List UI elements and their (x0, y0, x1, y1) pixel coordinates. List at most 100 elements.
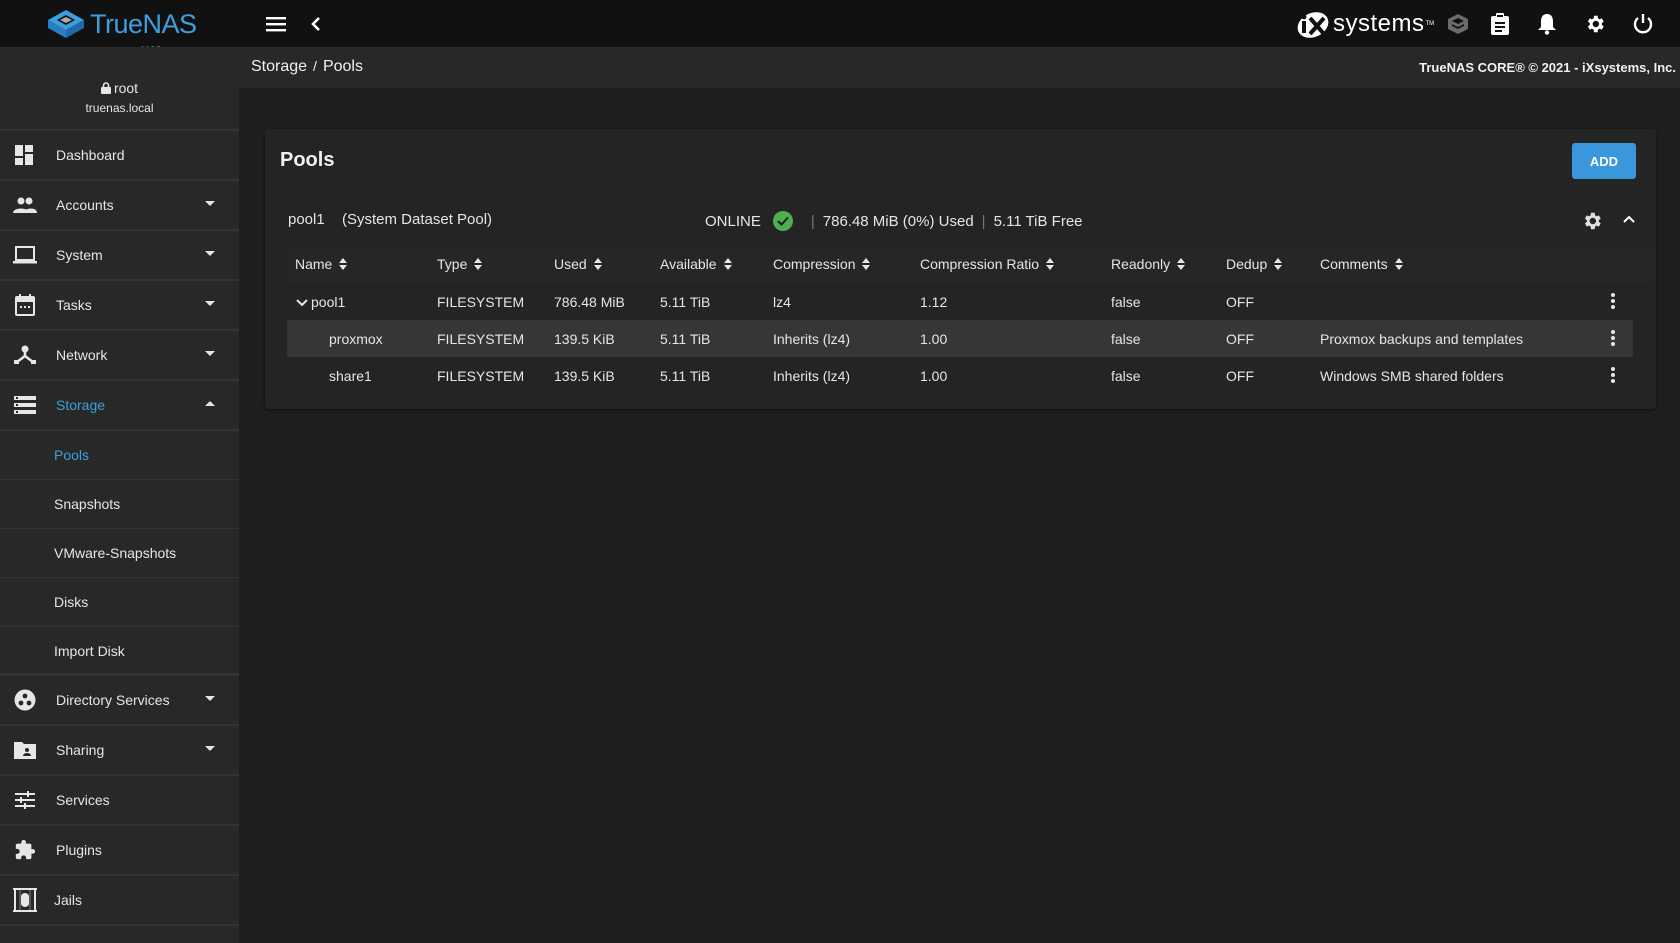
bell-icon[interactable] (1534, 11, 1560, 37)
row-more-vert-icon[interactable] (1603, 328, 1623, 348)
truenas-logo[interactable]: TrueNASCORE (48, 8, 197, 53)
top-bar: TrueNASCORE systemsTM (0, 0, 1680, 53)
sidebar-subitem-vmware-snapshots[interactable]: VMware-Snapshots (0, 529, 239, 578)
table-row[interactable]: pool1 FILESYSTEM 786.48 MiB 5.11 TiB lz4… (287, 283, 1633, 320)
row-more-vert-icon[interactable] (1603, 291, 1623, 311)
chevron-down-icon (205, 696, 215, 701)
cell-available: 5.11 TiB (660, 294, 711, 310)
lock-icon (100, 82, 111, 94)
table-header: Name Type Used Available Compression Com… (287, 246, 1655, 283)
column-header-used[interactable]: Used (554, 256, 603, 272)
sidebar-item-system[interactable]: System (0, 231, 239, 281)
column-header-type[interactable]: Type (437, 256, 483, 272)
cell-name: share1 (329, 368, 372, 384)
sidebar-item-network[interactable]: Network (0, 331, 239, 381)
user-name-row: root (0, 80, 239, 96)
network-icon (12, 343, 38, 367)
sidebar-item-label: Tasks (56, 297, 92, 313)
cell-compression-ratio: 1.00 (920, 368, 948, 384)
back-chevron-icon[interactable] (303, 11, 329, 37)
dashboard-icon (12, 143, 38, 167)
puzzle-icon (12, 838, 38, 862)
separator: | (810, 212, 815, 230)
cell-available: 5.11 TiB (660, 331, 711, 347)
chevron-down-icon (205, 251, 215, 256)
chevron-down-icon[interactable] (296, 294, 308, 310)
sidebar-item-tasks[interactable]: Tasks (0, 281, 239, 331)
sidebar-item-accounts[interactable]: Accounts (0, 181, 239, 231)
pool-settings-gear-icon[interactable] (1581, 210, 1603, 232)
cell-dedup: OFF (1226, 368, 1254, 384)
clipboard-icon[interactable] (1487, 11, 1513, 37)
check-circle-icon (772, 211, 793, 231)
power-icon[interactable] (1630, 11, 1656, 37)
sidebar-item-label: Directory Services (56, 692, 170, 708)
cell-type: FILESYSTEM (437, 294, 525, 310)
storage-icon (12, 393, 38, 417)
sidebar-item-label: System (56, 247, 103, 263)
row-more-vert-icon[interactable] (1603, 365, 1623, 385)
menu-icon[interactable] (263, 11, 289, 37)
ixsystems-mark-icon (1297, 12, 1329, 38)
truecommand-icon[interactable] (1445, 11, 1471, 37)
sidebar-item-label: Jails (54, 892, 83, 908)
table-row[interactable]: share1 FILESYSTEM 139.5 KiB 5.11 TiB Inh… (287, 357, 1633, 394)
hostname: truenas.local (85, 101, 154, 115)
cell-type: FILESYSTEM (437, 368, 525, 384)
sort-icon (1177, 257, 1186, 271)
datasets-table: Name Type Used Available Compression Com… (287, 246, 1655, 394)
cell-dedup: OFF (1226, 294, 1254, 310)
sidebar-item-jails[interactable]: Jails (0, 876, 239, 926)
column-header-available[interactable]: Available (660, 256, 733, 272)
column-header-comments[interactable]: Comments (1320, 256, 1404, 272)
cell-available: 5.11 TiB (660, 368, 711, 384)
user-info: root truenas.local (0, 47, 239, 131)
sidebar-subitem-disks[interactable]: Disks (0, 578, 239, 627)
pool-free: 5.11 TiB Free (993, 212, 1083, 230)
chevron-down-icon (205, 746, 215, 751)
sidebar-subitem-import-disk[interactable]: Import Disk (0, 627, 239, 676)
table-row[interactable]: proxmox FILESYSTEM 139.5 KiB 5.11 TiB In… (287, 320, 1633, 357)
cell-used: 139.5 KiB (554, 368, 615, 384)
pool-used: 786.48 MiB (0%) Used (822, 212, 974, 230)
cell-readonly: false (1111, 368, 1141, 384)
breadcrumb-pools: Pools (322, 58, 363, 75)
column-header-compression-ratio[interactable]: Compression Ratio (920, 256, 1055, 272)
tune-icon (12, 788, 38, 812)
column-header-compression[interactable]: Compression (773, 256, 871, 272)
pool-name: pool1 (288, 211, 325, 228)
sidebar-item-services[interactable]: Services (0, 776, 239, 826)
cell-used: 786.48 MiB (554, 294, 625, 310)
sort-icon (862, 257, 871, 271)
breadcrumb-storage[interactable]: Storage (251, 58, 307, 75)
sidebar-subitem-pools[interactable]: Pools (0, 431, 239, 480)
chevron-down-icon (205, 351, 215, 356)
sidebar-item-dashboard[interactable]: Dashboard (0, 131, 239, 181)
column-header-readonly[interactable]: Readonly (1111, 256, 1186, 272)
sidebar-item-directory-services[interactable]: Directory Services (0, 676, 239, 726)
chevron-up-icon[interactable] (1621, 212, 1639, 230)
pool-status-text: ONLINE (705, 212, 761, 230)
cell-used: 139.5 KiB (554, 331, 615, 347)
add-pool-button[interactable]: ADD (1572, 143, 1636, 179)
sidebar-subitem-snapshots[interactable]: Snapshots (0, 480, 239, 529)
column-header-dedup[interactable]: Dedup (1226, 256, 1283, 272)
chevron-up-icon (205, 401, 215, 406)
pool-header: pool1 (System Dataset Pool) ONLINE | 786… (265, 197, 1656, 246)
sort-icon (339, 257, 348, 271)
sidebar-item-storage[interactable]: Storage (0, 381, 239, 431)
ixsystems-text: systems (1333, 10, 1425, 37)
directory-services-icon (12, 688, 38, 712)
sidebar-subitem-label: Snapshots (54, 496, 121, 512)
column-header-name[interactable]: Name (295, 256, 348, 272)
ixsystems-logo[interactable]: systems TM (1296, 10, 1434, 38)
gear-icon[interactable] (1582, 11, 1608, 37)
cell-readonly: false (1111, 331, 1141, 347)
pools-card: Pools ADD pool1 (System Dataset Pool) ON… (265, 129, 1656, 409)
sidebar-item-label: Services (56, 792, 110, 808)
cell-compression: lz4 (773, 294, 791, 310)
sidebar-item-label: Accounts (56, 197, 114, 213)
sidebar-item-label: Storage (56, 397, 106, 413)
sidebar-item-sharing[interactable]: Sharing (0, 726, 239, 776)
sidebar-item-plugins[interactable]: Plugins (0, 826, 239, 876)
